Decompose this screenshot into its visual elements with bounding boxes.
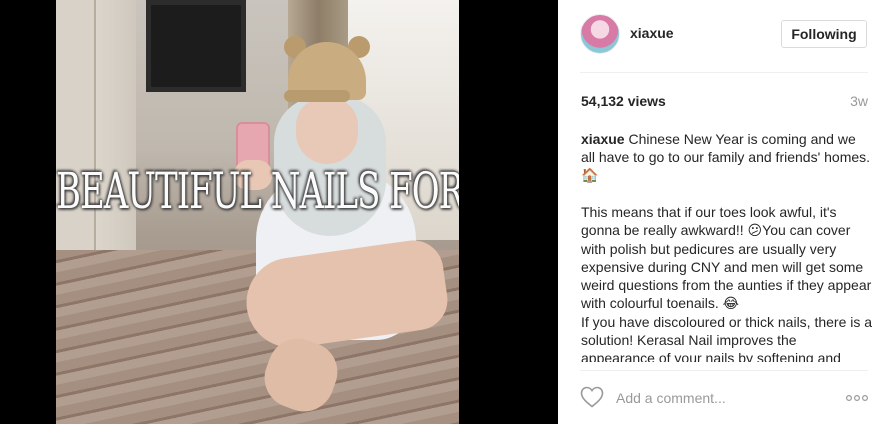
caption-author[interactable]: xiaxue <box>581 131 625 147</box>
heart-outline-icon[interactable] <box>580 386 606 410</box>
house-emoji-icon: 🏠 <box>581 168 599 184</box>
tears-of-joy-emoji-icon: 😂 <box>722 296 739 312</box>
video-overlay-text: BEAUTIFUL NAILS FOR CNY! <box>56 163 459 221</box>
video-scene-person-face <box>296 98 358 164</box>
caption-paragraph-3: If you have discoloured or thick nails, … <box>581 314 873 362</box>
comment-divider <box>580 370 868 371</box>
post-header: xiaxue Following <box>558 0 886 72</box>
avatar[interactable] <box>580 14 620 54</box>
post-panel: xiaxue Following 54,132 views 3w xiaxue … <box>558 0 886 424</box>
following-button[interactable]: Following <box>781 20 867 48</box>
view-count: 54,132 views <box>581 93 666 109</box>
video-player[interactable]: BEAUTIFUL NAILS FOR CNY! <box>56 0 459 424</box>
caption-scroll-area[interactable]: xiaxue Chinese New Year is coming and we… <box>581 130 873 362</box>
post-username[interactable]: xiaxue <box>630 25 674 41</box>
caption-text-1: Chinese New Year is coming and we all ha… <box>581 131 871 165</box>
caption-paragraph-2: This means that if our toes look awful, … <box>581 203 873 313</box>
comment-input[interactable] <box>616 384 836 412</box>
caption-gap <box>581 185 873 203</box>
caption-paragraph-1: xiaxue Chinese New Year is coming and we… <box>581 130 873 185</box>
header-divider <box>580 72 868 73</box>
post-time[interactable]: 3w <box>850 93 868 109</box>
video-scene-tv <box>146 0 246 92</box>
more-options-icon[interactable] <box>844 388 870 408</box>
comment-bar <box>558 378 886 424</box>
media-area: BEAUTIFUL NAILS FOR CNY! <box>0 0 558 424</box>
video-scene-hat-brim <box>284 90 350 102</box>
confused-face-emoji-icon: 😕 <box>747 223 763 239</box>
